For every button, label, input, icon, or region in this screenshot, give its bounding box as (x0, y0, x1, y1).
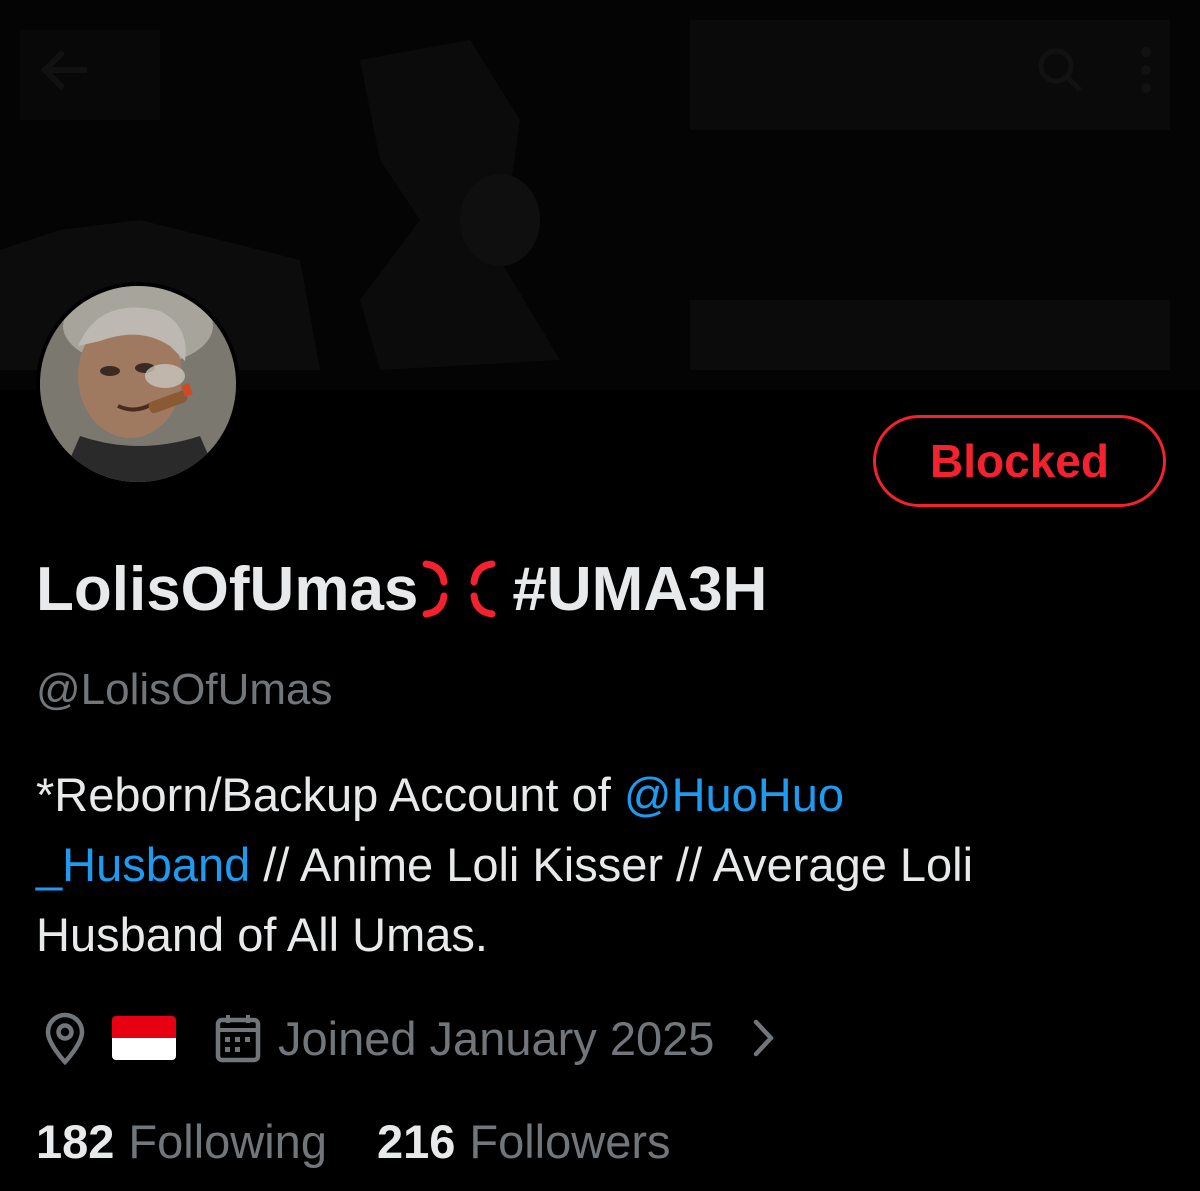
following-link[interactable]: 182 Following (36, 1114, 327, 1169)
following-count: 182 (36, 1114, 115, 1168)
location-pin-icon (45, 1012, 85, 1066)
blocked-button[interactable]: Blocked (873, 415, 1166, 507)
chevron-right-icon[interactable] (748, 1014, 778, 1062)
joined-date: Joined January 2025 (278, 1011, 715, 1065)
display-name-hashtag: #UMA3H (512, 554, 768, 624)
bio-mention-link-continued[interactable]: _Husband (36, 838, 250, 891)
profile-meta: Joined January 2025 (36, 1005, 778, 1071)
flag-red-band (112, 1016, 176, 1038)
bio-line-1: *Reborn/Backup Account of @HuoHuo (36, 760, 1156, 830)
more-options-button[interactable] (1116, 30, 1176, 110)
avatar-image (40, 286, 236, 482)
top-navigation-bar (0, 0, 1200, 140)
followers-count: 216 (376, 1114, 456, 1168)
search-button[interactable] (1030, 30, 1090, 110)
display-name: LolisOfUmas #UMA3H (36, 552, 767, 626)
flag-white-band (112, 1038, 176, 1060)
bio-mention-link[interactable]: @HuoHuo (624, 768, 844, 821)
more-icon (1141, 47, 1151, 93)
search-icon (1038, 48, 1082, 92)
bio-line-3: Husband of All Umas. (36, 908, 488, 961)
bio-text: // Anime Loli Kisser // Average Loli (250, 838, 974, 891)
display-name-text: LolisOfUmas (36, 554, 419, 624)
following-label: Following (128, 1114, 327, 1168)
calendar-icon (215, 1015, 261, 1063)
profile-handle: @LolisOfUmas (36, 665, 333, 714)
indonesia-flag-icon (112, 1016, 176, 1060)
followers-label: Followers (469, 1114, 671, 1168)
followers-link[interactable]: 216 Followers (377, 1114, 671, 1169)
bio-line-2: _Husband // Anime Loli Kisser // Average… (36, 830, 1156, 900)
profile-stats: 182 Following 216 Followers (36, 1110, 671, 1172)
top-action-icons (1030, 30, 1176, 110)
bio-text: *Reborn/Backup Account of (36, 768, 624, 821)
back-arrow-icon (40, 49, 87, 91)
profile-bio: *Reborn/Backup Account of @HuoHuo _Husba… (36, 760, 1156, 970)
profile-avatar[interactable] (36, 282, 240, 486)
anger-emoji-icon (422, 560, 496, 618)
back-button[interactable] (30, 30, 100, 110)
